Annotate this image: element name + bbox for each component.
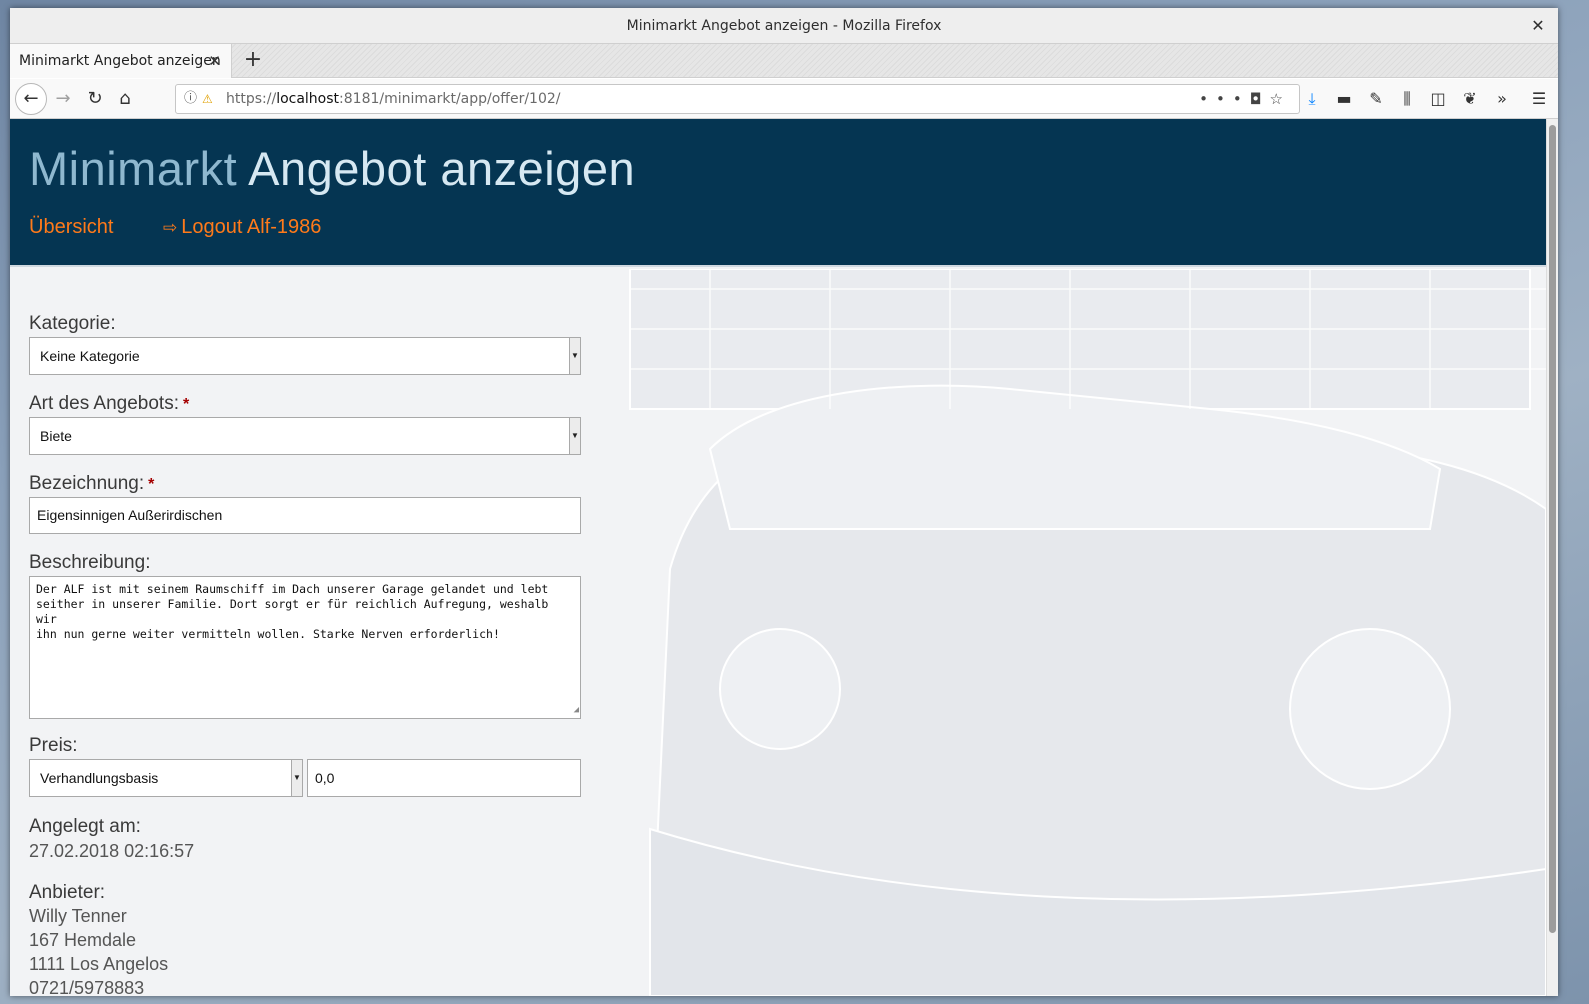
scrollbar-thumb[interactable]	[1549, 125, 1556, 933]
seller-city: 1111 Los Angelos	[29, 954, 169, 974]
price-label: Preis:	[29, 735, 78, 756]
name-label: Bezeichnung: *	[29, 473, 154, 495]
bookmark-star-icon[interactable]: ☆	[1270, 90, 1291, 108]
site-page-title: Angebot anzeigen	[248, 142, 636, 195]
new-tab-icon[interactable]: +	[238, 44, 268, 78]
window-title: Minimarkt Angebot anzeigen - Mozilla Fir…	[626, 18, 942, 34]
navigation-toolbar: ← → ↻ ⌂ ⓘ ⚠ https://localhost:8181/minim…	[10, 79, 1558, 119]
category-select-value: Keine Kategorie	[40, 348, 140, 364]
pocket-icon[interactable]: ◘	[1250, 90, 1270, 108]
page-actions: •••◘☆	[1199, 85, 1291, 113]
tab-close-icon[interactable]: ✕	[208, 44, 221, 78]
seller-phone: 0721/5978883	[29, 978, 145, 996]
library-icon[interactable]: ⫼	[1393, 84, 1421, 114]
url-text[interactable]: https://localhost:8181/minimarkt/app/off…	[226, 85, 560, 113]
info-icon[interactable]: ⓘ	[184, 85, 197, 113]
close-window-icon[interactable]: ✕	[1528, 8, 1548, 44]
created-value: 27.02.2018 02:16:57	[29, 841, 195, 861]
page-actions-menu-icon[interactable]: •••	[1199, 90, 1250, 108]
extension-icon[interactable]: ❦	[1456, 84, 1484, 114]
description-textarea[interactable]: Der ALF ist mit seinem Raumschiff im Dac…	[29, 576, 581, 719]
required-mark: *	[148, 476, 155, 493]
logout-icon: ⇨	[163, 218, 178, 237]
window-titlebar: Minimarkt Angebot anzeigen - Mozilla Fir…	[10, 8, 1558, 44]
page-content: Minimarkt Angebot anzeigen Übersicht ⇨ Lo…	[10, 119, 1546, 996]
price-type-select[interactable]: Verhandlungsbasis ▼	[29, 759, 303, 797]
resize-grip-icon[interactable]: ◢	[574, 703, 579, 718]
home-icon[interactable]: ⌂	[110, 84, 140, 114]
nav-logout-label: Logout Alf-1986	[181, 216, 322, 238]
nav-logout-link[interactable]: ⇨ Logout Alf-1986	[163, 216, 321, 239]
url-path: :8181/minimarkt/app/offer/102/	[339, 91, 561, 107]
price-type-select-value: Verhandlungsbasis	[40, 770, 159, 786]
required-mark: *	[183, 396, 190, 413]
screenshot-icon[interactable]: ▬	[1330, 84, 1358, 114]
offer-type-label-text: Art des Angebots:	[29, 393, 179, 414]
category-select[interactable]: Keine Kategorie ▼	[29, 337, 581, 375]
download-icon[interactable]: ⤓	[1298, 84, 1326, 114]
offer-type-label: Art des Angebots: *	[29, 393, 189, 415]
tab-strip: Minimarkt Angebot anzeigen ✕ +	[10, 44, 1558, 78]
description-text: Der ALF ist mit seinem Raumschiff im Dac…	[36, 582, 549, 641]
nav-overview-link[interactable]: Übersicht	[29, 216, 113, 239]
dropdown-arrow-icon: ▼	[569, 418, 580, 454]
site-header: Minimarkt Angebot anzeigen Übersicht ⇨ Lo…	[10, 119, 1546, 267]
tab-active[interactable]: Minimarkt Angebot anzeigen ✕	[10, 44, 232, 78]
dropdown-arrow-icon: ▼	[569, 338, 580, 374]
tab-title: Minimarkt Angebot anzeigen	[19, 53, 221, 69]
sidebar-icon[interactable]: ◫	[1424, 84, 1452, 114]
back-arrow-icon[interactable]: ←	[15, 83, 47, 115]
page-title: Minimarkt Angebot anzeigen	[29, 141, 635, 196]
wrench-icon[interactable]: ✎	[1362, 84, 1390, 114]
name-input[interactable]: Eigensinnigen Außerirdischen	[29, 497, 581, 534]
url-host: localhost	[276, 91, 340, 107]
category-label: Kategorie:	[29, 313, 116, 334]
seller-street: 167 Hemdale	[29, 930, 137, 950]
insecure-lock-icon[interactable]: ⚠	[202, 85, 213, 113]
site-brand: Minimarkt	[29, 142, 238, 195]
hamburger-menu-icon[interactable]: ☰	[1525, 84, 1553, 114]
created-label: Angelegt am:	[29, 816, 141, 837]
name-label-text: Bezeichnung:	[29, 473, 145, 494]
page-scrollbar[interactable]	[1546, 119, 1558, 996]
url-prefix: https://	[226, 91, 277, 107]
seller-label: Anbieter:	[29, 882, 106, 903]
price-amount-input[interactable]: 0,0	[307, 759, 581, 797]
url-bar[interactable]: ⓘ ⚠ https://localhost:8181/minimarkt/app…	[175, 84, 1300, 114]
seller-name: Willy Tenner	[29, 906, 127, 926]
reload-icon[interactable]: ↻	[80, 84, 110, 114]
overflow-chevron-icon[interactable]: »	[1488, 84, 1516, 114]
dropdown-arrow-icon: ▼	[291, 760, 302, 796]
offer-type-select-value: Biete	[40, 428, 72, 444]
forward-arrow-icon[interactable]: →	[48, 84, 78, 114]
description-label: Beschreibung:	[29, 552, 151, 573]
offer-type-select[interactable]: Biete ▼	[29, 417, 581, 455]
browser-window: Minimarkt Angebot anzeigen - Mozilla Fir…	[10, 8, 1558, 996]
